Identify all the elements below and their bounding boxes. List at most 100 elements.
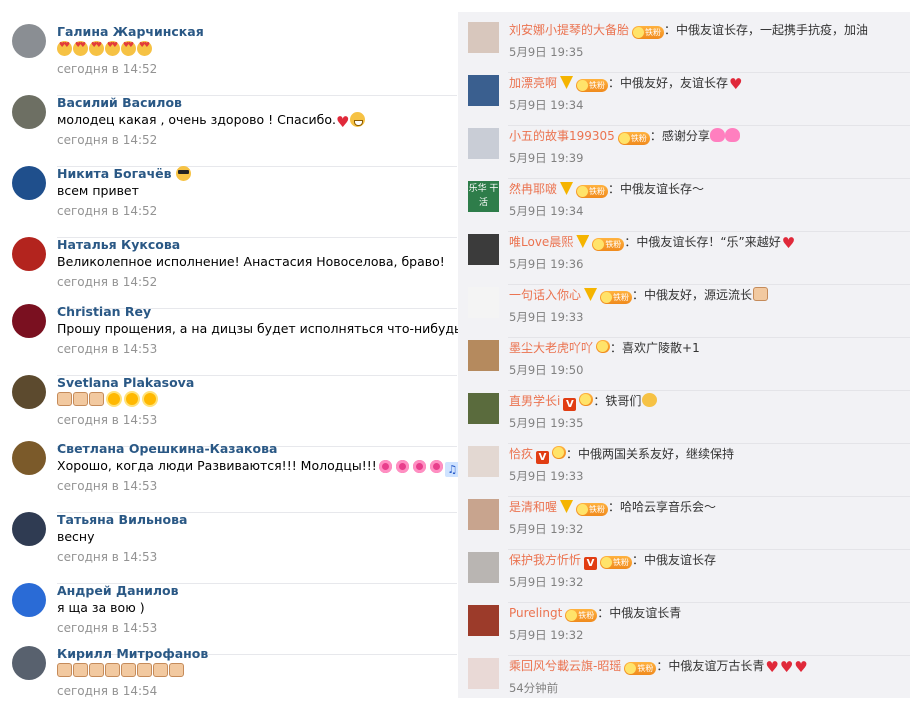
weibo-comment: 刘安娜小提琴的大备胎 铁粉 ：中俄友谊长存，一起携手抗疫，加油 5月9日 19:35: [468, 20, 910, 73]
comment-author-link[interactable]: 小五的故事199305: [509, 129, 615, 143]
comment-text: ：哈哈云享音乐会～: [608, 500, 717, 514]
comment-author-link[interactable]: 乘回风兮載云旗-昭瑶: [509, 659, 621, 673]
avatar[interactable]: [12, 441, 46, 475]
avatar[interactable]: [468, 658, 499, 689]
avatar[interactable]: [468, 446, 499, 477]
weibo-comment: 保护我方忻忻 V 铁粉 ：中俄友谊长存 5月9日 19:32: [468, 550, 910, 603]
avatar[interactable]: [468, 393, 499, 424]
avatar[interactable]: [468, 552, 499, 583]
avatar[interactable]: [12, 237, 46, 271]
comment-author-link[interactable]: Василий Василов: [57, 95, 182, 110]
comment-timestamp[interactable]: сегодня в 14:52: [57, 133, 157, 147]
comment-author-link[interactable]: 墨尘大老虎吖吖: [509, 341, 593, 355]
comment-author-link[interactable]: 是清和喔: [509, 500, 557, 514]
fan-badge-icon: 铁粉: [576, 503, 609, 516]
comment-timestamp[interactable]: сегодня в 14:53: [57, 479, 157, 493]
comment-timestamp[interactable]: сегодня в 14:52: [57, 62, 157, 76]
comment-text: Прошу прощения, а на дицзы будет исполня…: [57, 321, 468, 336]
heart2-emoji-icon: [724, 128, 740, 142]
comment-text: [57, 392, 159, 407]
comment-text-content: весну: [57, 529, 95, 544]
thumb-emoji-icon: [121, 663, 136, 677]
comment-author-link[interactable]: Татьяна Вильнова: [57, 512, 187, 527]
weibo-comments-panel: 刘安娜小提琴的大备胎 铁粉 ：中俄友谊长存，一起携手抗疫，加油 5月9日 19:35 加…: [458, 12, 910, 698]
comment-timestamp: 54分钟前: [509, 681, 559, 695]
avatar[interactable]: [468, 128, 499, 159]
avatar[interactable]: [12, 646, 46, 680]
comment-author-link[interactable]: 然冉耶啵: [509, 182, 557, 196]
avatar[interactable]: [468, 287, 499, 318]
heart-emoji-icon: ♥: [336, 113, 350, 131]
comment-author-link[interactable]: 唯Love晨熙: [509, 235, 573, 249]
comment-line: 唯Love晨熙 铁粉 ：中俄友谊长存！“乐”来越好♥: [509, 234, 795, 251]
avatar[interactable]: [468, 340, 499, 371]
thumb-emoji-icon: [153, 663, 168, 677]
comment-timestamp[interactable]: сегодня в 14:54: [57, 684, 157, 698]
vk-comments-panel: Галина Жарчинскаясегодня в 14:52Василий …: [0, 0, 468, 712]
comment-timestamp[interactable]: сегодня в 14:52: [57, 204, 157, 218]
avatar[interactable]: [12, 304, 46, 338]
comment-author-link[interactable]: Svetlana Plakasova: [57, 375, 194, 390]
vk-comment: Christian Rey Прошу прощения, а на дицзы …: [12, 304, 468, 376]
avatar[interactable]: [12, 583, 46, 617]
avatar[interactable]: [12, 166, 46, 200]
avatar[interactable]: [468, 75, 499, 106]
comment-author-link[interactable]: Наталья Куксова: [57, 237, 180, 252]
comment-author-link[interactable]: Christian Rey: [57, 304, 151, 319]
comment-author-link[interactable]: Никита Богачёв: [57, 166, 192, 181]
heart2-emoji-icon: [709, 128, 725, 142]
fan-badge-icon: 铁粉: [617, 132, 650, 145]
comment-author-link[interactable]: Андрей Данилов: [57, 583, 179, 598]
comment-text: молодец какая , очень здорово ! Спасибо.…: [57, 112, 366, 130]
avatar[interactable]: [12, 512, 46, 546]
comment-author-link[interactable]: 直男学长i: [509, 394, 560, 408]
vk-comment: Кирилл Митрофанов сегодня в 14:54: [12, 646, 457, 712]
avatar[interactable]: 乐华 干活: [468, 181, 499, 212]
comment-timestamp: 5月9日 19:39: [509, 151, 584, 165]
avatar[interactable]: [12, 24, 46, 58]
vk-comment: Татьяна Вильнова весну сегодня в 14:53: [12, 512, 457, 584]
comment-author-link[interactable]: Purelingt: [509, 606, 562, 620]
avatar[interactable]: [468, 22, 499, 53]
weibo-comment: 墨尘大老虎吖吖 ：喜欢广陵散+1 5月9日 19:50: [468, 338, 910, 391]
avatar[interactable]: [12, 375, 46, 409]
comment-author-link[interactable]: 刘安娜小提琴的大备胎: [509, 23, 629, 37]
comment-line: 墨尘大老虎吖吖 ：喜欢广陵散+1: [509, 340, 700, 356]
vk-comment: Андрей Данилов я ща за вою ) сегодня в 14:…: [12, 583, 457, 655]
comment-text-content: всем привет: [57, 183, 139, 198]
vk-comment: Svetlana Plakasova сегодня в 14:53: [12, 375, 457, 447]
vk-comment: Светлана Орешкина-Казакова Хорошо, когда …: [12, 441, 460, 513]
comment-author-link[interactable]: 保护我方忻忻: [509, 553, 581, 567]
avatar[interactable]: [12, 95, 46, 129]
fan-badge-icon: 铁粉: [565, 609, 598, 622]
sun-emoji-icon: [108, 393, 120, 405]
comment-timestamp[interactable]: сегодня в 14:53: [57, 342, 157, 356]
comment-author-link[interactable]: 一句话入你心: [509, 288, 581, 302]
flower-emoji-icon: [395, 460, 409, 473]
comment-text: ：中俄友谊长存: [632, 553, 717, 567]
comment-text: ：中俄友好，友谊长存: [608, 76, 729, 90]
avatar[interactable]: [468, 234, 499, 265]
comment-timestamp[interactable]: сегодня в 14:53: [57, 621, 157, 635]
comment-timestamp: 5月9日 19:35: [509, 416, 584, 430]
thumb-emoji-icon: [89, 392, 104, 406]
thumb-emoji-icon: [89, 663, 104, 677]
grin-emoji-icon: [350, 112, 366, 127]
comment-text: я ща за вою ): [57, 600, 145, 615]
avatar[interactable]: [468, 499, 499, 530]
comment-timestamp[interactable]: сегодня в 14:53: [57, 413, 157, 427]
comment-timestamp[interactable]: сегодня в 14:52: [57, 275, 157, 289]
thumb-emoji-icon: [57, 663, 72, 677]
heart-eyes-emoji-icon: [73, 41, 88, 56]
comment-timestamp[interactable]: сегодня в 14:53: [57, 550, 157, 564]
sun-emoji-icon: [144, 393, 156, 405]
vk-comment: Василий Василов молодец какая , очень здо…: [12, 95, 457, 167]
comment-author-link[interactable]: Галина Жарчинская: [57, 24, 204, 39]
comment-line: 恰疚 V ：中俄两国关系友好，继续保持: [509, 446, 734, 464]
comment-author-link[interactable]: 恰疚: [509, 447, 533, 461]
avatar[interactable]: [468, 605, 499, 636]
comment-author-link[interactable]: 加漂亮啊: [509, 76, 557, 90]
comment-author-link[interactable]: Светлана Орешкина-Казакова: [57, 441, 277, 456]
comment-author-link[interactable]: Кирилл Митрофанов: [57, 646, 208, 661]
comment-line: 是清和喔 铁粉 ：哈哈云享音乐会～: [509, 499, 716, 516]
